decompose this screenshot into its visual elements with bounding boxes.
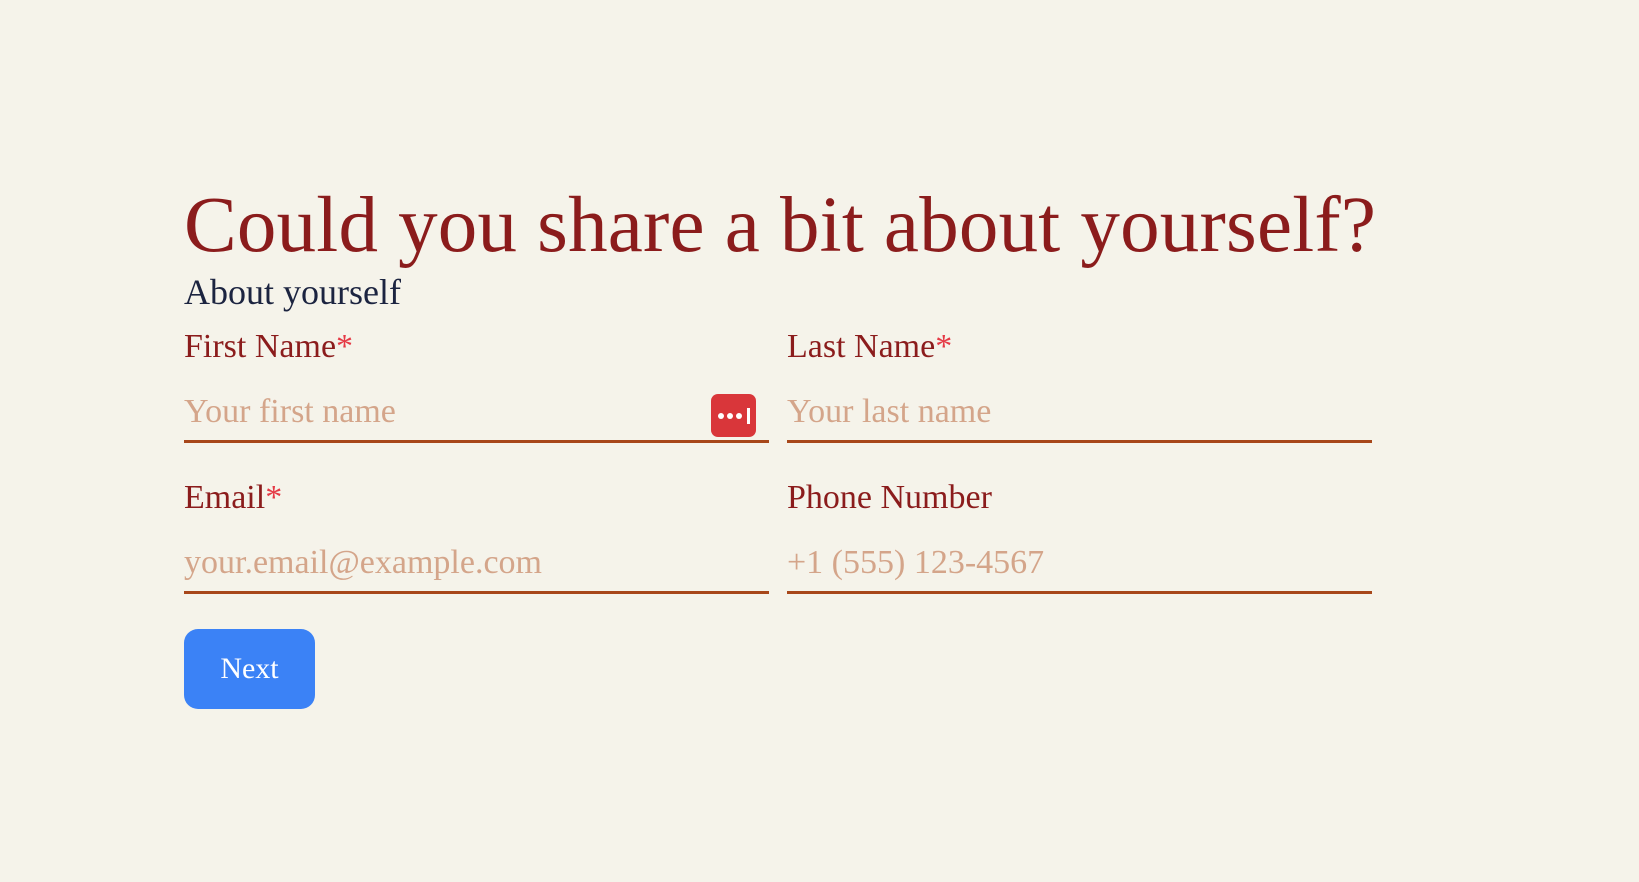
phone-input-wrap <box>787 541 1372 594</box>
required-asterisk: * <box>336 328 354 365</box>
last-name-input[interactable] <box>787 390 1372 443</box>
phone-field: Phone Number <box>787 481 1372 594</box>
last-name-field: Last Name* <box>787 330 1372 443</box>
phone-label: Phone Number <box>787 481 1372 515</box>
first-name-field: First Name* <box>184 330 769 443</box>
first-name-input[interactable] <box>184 390 769 443</box>
required-asterisk: * <box>265 479 283 516</box>
email-input-wrap <box>184 541 769 594</box>
phone-label-text: Phone Number <box>787 479 992 516</box>
last-name-label: Last Name* <box>787 330 1372 364</box>
email-label: Email* <box>184 481 769 515</box>
email-input[interactable] <box>184 541 769 594</box>
first-name-input-wrap <box>184 390 769 443</box>
form-grid: First Name* Last Name* Email* <box>184 330 1372 594</box>
email-label-text: Email <box>184 479 266 516</box>
first-name-label-text: First Name <box>184 328 337 365</box>
password-manager-icon[interactable] <box>711 394 756 437</box>
last-name-label-text: Last Name <box>787 328 936 365</box>
section-subtitle: About yourself <box>184 272 401 312</box>
phone-input[interactable] <box>787 541 1372 594</box>
next-button[interactable]: Next <box>184 629 315 709</box>
password-manager-glyph <box>717 407 750 424</box>
email-field: Email* <box>184 481 769 594</box>
page-title: Could you share a bit about yourself? <box>184 182 1377 269</box>
form-container: Could you share a bit about yourself? Ab… <box>184 182 1377 709</box>
first-name-label: First Name* <box>184 330 769 364</box>
last-name-input-wrap <box>787 390 1372 443</box>
required-asterisk: * <box>935 328 953 365</box>
